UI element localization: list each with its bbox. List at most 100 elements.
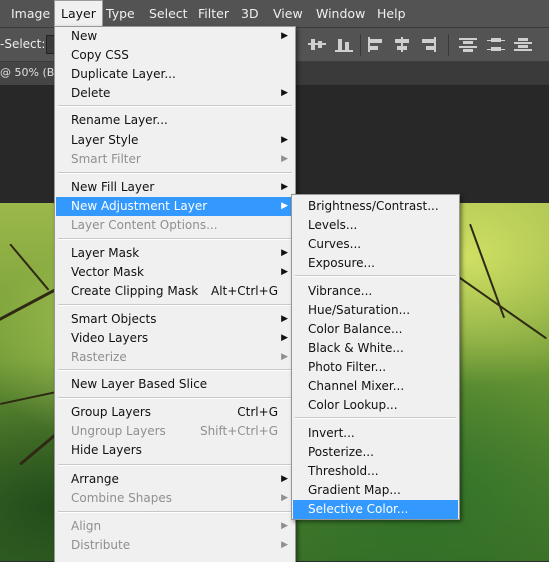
menu-item-duplicate-layer[interactable]: Duplicate Layer...	[56, 65, 294, 84]
menu-item-color-lookup[interactable]: Color Lookup...	[293, 396, 458, 415]
menu-item-photo-filter[interactable]: Photo Filter...	[293, 358, 458, 377]
menu-item-hide-layers[interactable]: Hide Layers	[56, 441, 294, 460]
menu-item-label: Rasterize	[71, 350, 127, 364]
menu-bar: Image Layer Type Select Filter 3D View W…	[0, 0, 549, 28]
menu-item-label: Layer Style	[71, 133, 139, 147]
menu-item-vibrance[interactable]: Vibrance...	[293, 282, 458, 301]
menu-item-levels[interactable]: Levels...	[293, 216, 458, 235]
menu-help[interactable]: Help	[371, 0, 412, 27]
distribute-vertical-centers-icon[interactable]	[487, 37, 505, 52]
align-horizontal-centers-icon[interactable]	[393, 37, 411, 52]
submenu-arrow-icon: ▶	[281, 540, 288, 550]
align-right-edges-icon[interactable]	[419, 37, 437, 52]
menu-item-new-adjustment-layer[interactable]: New Adjustment Layer ▶	[56, 197, 294, 216]
menu-item-threshold[interactable]: Threshold...	[293, 462, 458, 481]
menu-item-color-balance[interactable]: Color Balance...	[293, 320, 458, 339]
menu-item-label: Copy CSS	[71, 48, 129, 62]
menu-item-brightness-contrast[interactable]: Brightness/Contrast...	[293, 197, 458, 216]
align-vertical-centers-icon[interactable]	[308, 37, 326, 52]
menu-item-selective-color[interactable]: Selective Color...	[293, 500, 458, 519]
menu-item-curves[interactable]: Curves...	[293, 235, 458, 254]
menu-separator	[58, 511, 292, 513]
distribute-bottom-edges-icon[interactable]	[514, 37, 532, 52]
submenu-arrow-icon: ▶	[281, 182, 288, 192]
menu-item-combine-shapes: Combine Shapes ▶	[56, 489, 294, 508]
menu-separator	[58, 238, 292, 240]
submenu-arrow-icon: ▶	[281, 88, 288, 98]
menu-item-label: New	[71, 29, 98, 43]
shortcut-label: Alt+Ctrl+G	[210, 284, 278, 298]
menu-item-label: Layer Mask	[71, 246, 140, 260]
menu-separator	[58, 304, 292, 306]
menu-view[interactable]: View	[267, 0, 309, 27]
menu-item-label: Create Clipping Mask	[71, 284, 199, 298]
submenu-arrow-icon: ▶	[281, 521, 288, 531]
menu-item-label: New Layer Based Slice	[71, 377, 208, 391]
menu-item-invert[interactable]: Invert...	[293, 424, 458, 443]
menu-item-label: New Fill Layer	[71, 180, 155, 194]
submenu-arrow-icon: ▶	[281, 352, 288, 362]
distribute-top-edges-icon[interactable]	[459, 37, 477, 52]
menu-item-video-layers[interactable]: Video Layers ▶	[56, 329, 294, 348]
menu-3d[interactable]: 3D	[235, 0, 265, 27]
menu-item-delete[interactable]: Delete ▶	[56, 84, 294, 103]
submenu-arrow-icon: ▶	[281, 314, 288, 324]
menu-item-new-fill-layer[interactable]: New Fill Layer ▶	[56, 178, 294, 197]
menu-item-black-white[interactable]: Black & White...	[293, 339, 458, 358]
menu-layer[interactable]: Layer	[54, 0, 103, 28]
menu-item-layer-style[interactable]: Layer Style ▶	[56, 131, 294, 150]
menu-item-new-layer-based-slice[interactable]: New Layer Based Slice	[56, 375, 294, 394]
menu-item-label: Rename Layer...	[71, 113, 168, 127]
menu-item-label: Group Layers	[71, 405, 152, 419]
menu-window[interactable]: Window	[310, 0, 371, 27]
menu-separator	[58, 397, 292, 399]
menu-separator	[58, 464, 292, 466]
menu-item-label: Combine Shapes	[71, 491, 172, 505]
menu-type[interactable]: Type	[100, 0, 141, 27]
menu-item-copy-css[interactable]: Copy CSS	[56, 46, 294, 65]
submenu-arrow-icon: ▶	[281, 31, 288, 41]
menu-item-posterize[interactable]: Posterize...	[293, 443, 458, 462]
align-left-edges-icon[interactable]	[367, 37, 385, 52]
menu-item-label: Distribute	[71, 538, 131, 552]
menu-item-channel-mixer[interactable]: Channel Mixer...	[293, 377, 458, 396]
menu-item-create-clipping-mask[interactable]: Create Clipping Mask Alt+Ctrl+G	[56, 282, 294, 301]
menu-item-smart-filter: Smart Filter ▶	[56, 150, 294, 169]
menu-item-rasterize: Rasterize ▶	[56, 348, 294, 367]
menu-item-label: Smart Objects	[71, 312, 157, 326]
menu-image[interactable]: Image	[5, 0, 56, 27]
shortcut-label: Shift+Ctrl+G	[199, 424, 278, 438]
menu-item-gradient-map[interactable]: Gradient Map...	[293, 481, 458, 500]
menu-item-label: Arrange	[71, 472, 119, 486]
menu-item-layer-mask[interactable]: Layer Mask ▶	[56, 244, 294, 263]
menu-separator	[58, 369, 292, 371]
menu-filter[interactable]: Filter	[192, 0, 235, 27]
menu-item-exposure[interactable]: Exposure...	[293, 254, 458, 273]
submenu-arrow-icon: ▶	[281, 248, 288, 258]
menu-item-group-layers[interactable]: Group Layers Ctrl+G	[56, 403, 294, 422]
menu-item-layer-content-options: Layer Content Options...	[56, 216, 294, 235]
align-bottom-edges-icon[interactable]	[335, 37, 353, 52]
menu-item-label: Delete	[71, 86, 111, 100]
menu-item-new[interactable]: New ▶	[56, 27, 294, 46]
menu-separator	[58, 105, 292, 107]
menu-item-label: Align	[71, 519, 102, 533]
menu-item-smart-objects[interactable]: Smart Objects ▶	[56, 310, 294, 329]
menu-item-vector-mask[interactable]: Vector Mask ▶	[56, 263, 294, 282]
menu-item-distribute: Distribute ▶	[56, 536, 294, 555]
menu-item-label: Duplicate Layer...	[71, 67, 176, 81]
toolbar-separator	[360, 34, 361, 56]
menu-item-label: Video Layers	[71, 331, 149, 345]
submenu-arrow-icon: ▶	[281, 267, 288, 277]
menu-select[interactable]: Select	[143, 0, 194, 27]
menu-item-hue-saturation[interactable]: Hue/Saturation...	[293, 301, 458, 320]
menu-item-rename-layer[interactable]: Rename Layer...	[56, 111, 294, 130]
menu-separator	[295, 275, 456, 277]
submenu-arrow-icon: ▶	[281, 493, 288, 503]
menu-item-label: New Adjustment Layer	[71, 199, 208, 213]
submenu-arrow-icon: ▶	[281, 474, 288, 484]
menu-item-arrange[interactable]: Arrange ▶	[56, 470, 294, 489]
menu-item-align: Align ▶	[56, 517, 294, 536]
menu-item-label: Smart Filter	[71, 152, 141, 166]
document-tab[interactable]: @ 50% (Ba	[0, 62, 54, 85]
